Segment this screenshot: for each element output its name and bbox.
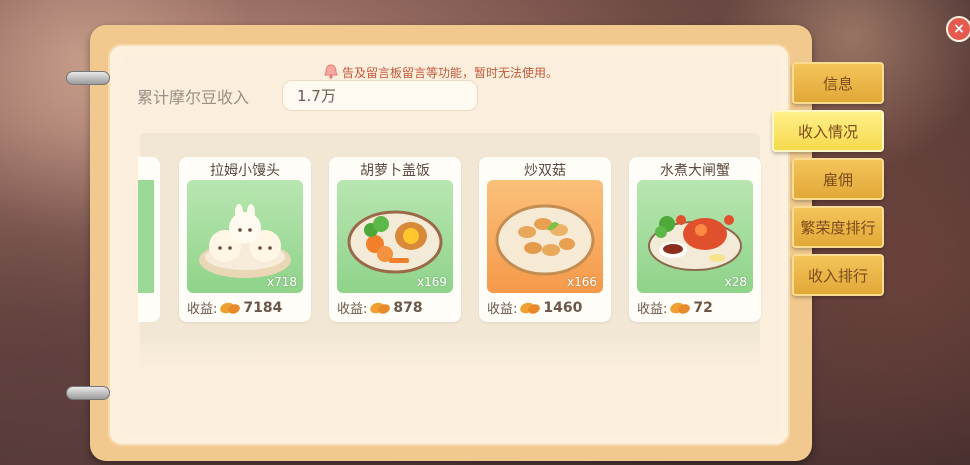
- bean-icon: [220, 302, 241, 314]
- notice-banner: 告及留言板留言等功能，暂时无法使用。: [322, 62, 558, 82]
- strip-fade: [140, 330, 760, 370]
- dish-earnings: 收益: 72: [637, 298, 713, 318]
- tab-info[interactable]: 信息: [792, 62, 884, 104]
- dish-image-partial: [138, 180, 154, 293]
- binder-ring-top: [66, 71, 110, 85]
- tab-label: 雇佣: [822, 170, 853, 189]
- dish-image: x169: [337, 180, 453, 293]
- dish-name: 炒双菇: [524, 163, 566, 179]
- dish-card[interactable]: 拉姆小馒头 x718 收益: 7184: [179, 157, 311, 322]
- tab-income-ranking[interactable]: 收入排行: [792, 254, 884, 296]
- dish-card[interactable]: 炒双菇 x166 收益: 1460: [479, 157, 611, 322]
- earn-label: 收益:: [337, 302, 368, 317]
- earn-label: 收益:: [637, 302, 668, 317]
- dish-card-partial: [138, 157, 160, 322]
- bell-icon: [324, 64, 338, 79]
- earn-value: 1460: [543, 299, 583, 316]
- tab-label: 收入排行: [807, 266, 868, 285]
- income-label: 累计摩尔豆收入: [137, 88, 250, 107]
- close-button[interactable]: ×: [946, 16, 970, 42]
- tab-hire[interactable]: 雇佣: [792, 158, 884, 200]
- binder-ring-bottom: [66, 386, 110, 400]
- dish-earnings: 收益: 878: [337, 298, 423, 318]
- dish-count: x166: [566, 275, 597, 289]
- dish-image: x28: [637, 180, 753, 293]
- bean-icon: [520, 302, 541, 314]
- dish-image: x166: [487, 180, 603, 293]
- dish-count: x28: [724, 275, 747, 289]
- dish-count: x169: [416, 275, 447, 289]
- bean-icon: [370, 302, 391, 314]
- income-value-box: 1.7万: [282, 80, 478, 111]
- dish-count: x718: [266, 275, 297, 289]
- tab-label: 收入情况: [797, 122, 858, 141]
- tab-label: 繁荣度排行: [800, 218, 876, 237]
- dish-name: 胡萝卜盖饭: [360, 163, 430, 179]
- tab-prosperity-ranking[interactable]: 繁荣度排行: [792, 206, 884, 248]
- tab-label: 信息: [822, 74, 853, 93]
- dish-card[interactable]: 胡萝卜盖饭 x169 收益: 878: [329, 157, 461, 322]
- dish-name: 水煮大闸蟹: [660, 163, 730, 179]
- earn-value: 72: [693, 299, 713, 316]
- earn-value: 7184: [243, 299, 283, 316]
- close-icon: ×: [953, 21, 965, 37]
- earn-label: 收益:: [487, 302, 518, 317]
- income-value: 1.7万: [297, 87, 336, 105]
- dish-earnings: 收益: 1460: [487, 298, 583, 318]
- dish-earnings: 收益: 7184: [187, 298, 283, 318]
- tab-income[interactable]: 收入情况: [772, 110, 884, 152]
- bean-icon: [670, 302, 691, 314]
- dish-card[interactable]: 水煮大闸蟹 x28 收益: 72: [629, 157, 761, 322]
- dish-image: x718: [187, 180, 303, 293]
- earn-label: 收益:: [187, 302, 218, 317]
- notice-text: 告及留言板留言等功能，暂时无法使用。: [342, 65, 559, 80]
- dish-name: 拉姆小馒头: [210, 163, 280, 179]
- earn-value: 878: [393, 299, 423, 316]
